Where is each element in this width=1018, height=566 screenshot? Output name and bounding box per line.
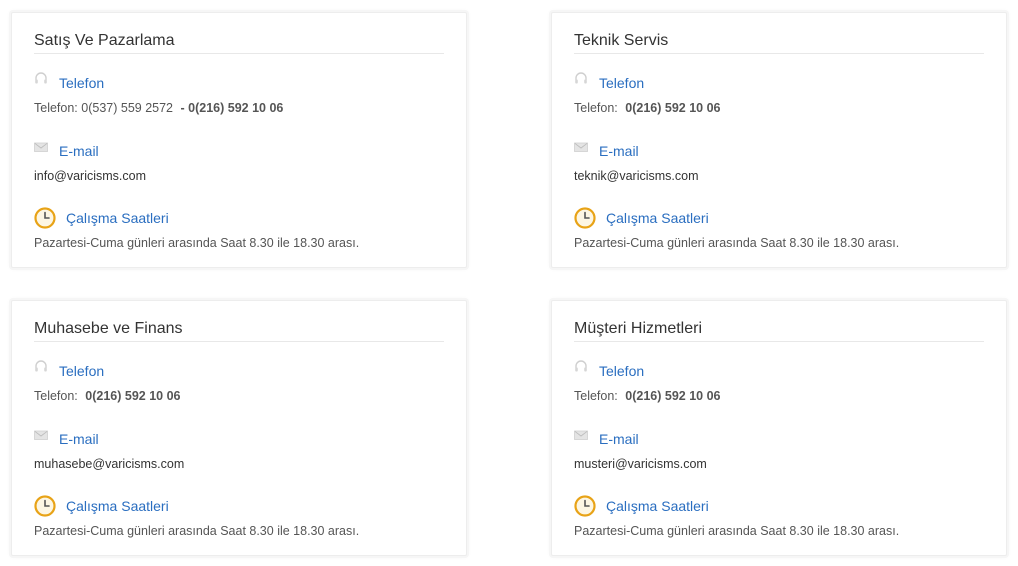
contact-card-sales: Satış Ve Pazarlama Telefon Telefon: 0(53…: [11, 12, 467, 268]
headset-icon: [575, 360, 587, 372]
email-address[interactable]: teknik@varicisms.com: [574, 168, 699, 184]
hours-heading: Çalışma Saatleri: [34, 207, 169, 229]
envelope-icon: [574, 430, 588, 440]
phone-text: Telefon: 0(216) 592 10 06: [574, 388, 720, 404]
email-label[interactable]: E-mail: [59, 430, 99, 448]
phone-heading: Telefon: [34, 360, 104, 381]
phone-number: 0(216) 592 10 06: [625, 389, 721, 403]
email-address[interactable]: musteri@varicisms.com: [574, 456, 707, 472]
card-title: Teknik Servis: [574, 31, 984, 54]
clock-icon: [574, 207, 596, 229]
phone-number-secondary: - 0(216) 592 10 06: [180, 101, 284, 115]
phone-prefix: Telefon:: [574, 101, 618, 115]
hours-label[interactable]: Çalışma Saatleri: [606, 497, 709, 515]
phone-text: Telefon: 0(216) 592 10 06: [34, 388, 180, 404]
hours-heading: Çalışma Saatleri: [34, 495, 169, 517]
phone-prefix: Telefon:: [34, 389, 78, 403]
phone-number-primary: 0(537) 559 2572: [81, 101, 174, 115]
headset-icon: [35, 72, 47, 84]
envelope-icon: [34, 142, 48, 152]
card-title: Muhasebe ve Finans: [34, 319, 444, 342]
hours-label[interactable]: Çalışma Saatleri: [66, 497, 169, 515]
email-heading: E-mail: [574, 429, 639, 449]
phone-prefix: Telefon:: [574, 389, 618, 403]
phone-prefix: Telefon:: [34, 101, 78, 115]
email-label[interactable]: E-mail: [59, 142, 99, 160]
headset-icon: [575, 72, 587, 84]
email-label[interactable]: E-mail: [599, 430, 639, 448]
hours-text: Pazartesi-Cuma günleri arasında Saat 8.3…: [574, 236, 900, 250]
contact-card-customer-service: Müşteri Hizmetleri Telefon Telefon: 0(21…: [551, 300, 1007, 556]
card-title: Müşteri Hizmetleri: [574, 319, 984, 342]
phone-label[interactable]: Telefon: [59, 74, 104, 92]
phone-label[interactable]: Telefon: [59, 362, 104, 380]
email-heading: E-mail: [34, 429, 99, 449]
email-heading: E-mail: [574, 141, 639, 161]
email-label[interactable]: E-mail: [599, 142, 639, 160]
phone-heading: Telefon: [34, 72, 104, 93]
hours-text: Pazartesi-Cuma günleri arasında Saat 8.3…: [574, 524, 900, 538]
email-address[interactable]: muhasebe@varicisms.com: [34, 456, 184, 472]
phone-heading: Telefon: [574, 360, 644, 381]
email-address[interactable]: info@varicisms.com: [34, 168, 146, 184]
hours-label[interactable]: Çalışma Saatleri: [606, 209, 709, 227]
envelope-icon: [34, 430, 48, 440]
hours-text: Pazartesi-Cuma günleri arasında Saat 8.3…: [34, 524, 360, 538]
envelope-icon: [574, 142, 588, 152]
contact-grid: Satış Ve Pazarlama Telefon Telefon: 0(53…: [0, 0, 1018, 566]
clock-icon: [34, 207, 56, 229]
phone-heading: Telefon: [574, 72, 644, 93]
contact-card-technical: Teknik Servis Telefon Telefon: 0(216) 59…: [551, 12, 1007, 268]
hours-label[interactable]: Çalışma Saatleri: [66, 209, 169, 227]
phone-label[interactable]: Telefon: [599, 362, 644, 380]
hours-text: Pazartesi-Cuma günleri arasında Saat 8.3…: [34, 236, 360, 250]
hours-heading: Çalışma Saatleri: [574, 495, 709, 517]
clock-icon: [34, 495, 56, 517]
phone-text: Telefon: 0(537) 559 2572 - 0(216) 592 10…: [34, 100, 283, 116]
headset-icon: [35, 360, 47, 372]
phone-text: Telefon: 0(216) 592 10 06: [574, 100, 720, 116]
contact-card-accounting: Muhasebe ve Finans Telefon Telefon: 0(21…: [11, 300, 467, 556]
phone-number: 0(216) 592 10 06: [625, 101, 721, 115]
phone-label[interactable]: Telefon: [599, 74, 644, 92]
clock-icon: [574, 495, 596, 517]
email-heading: E-mail: [34, 141, 99, 161]
phone-number: 0(216) 592 10 06: [85, 389, 181, 403]
hours-heading: Çalışma Saatleri: [574, 207, 709, 229]
card-title: Satış Ve Pazarlama: [34, 31, 444, 54]
